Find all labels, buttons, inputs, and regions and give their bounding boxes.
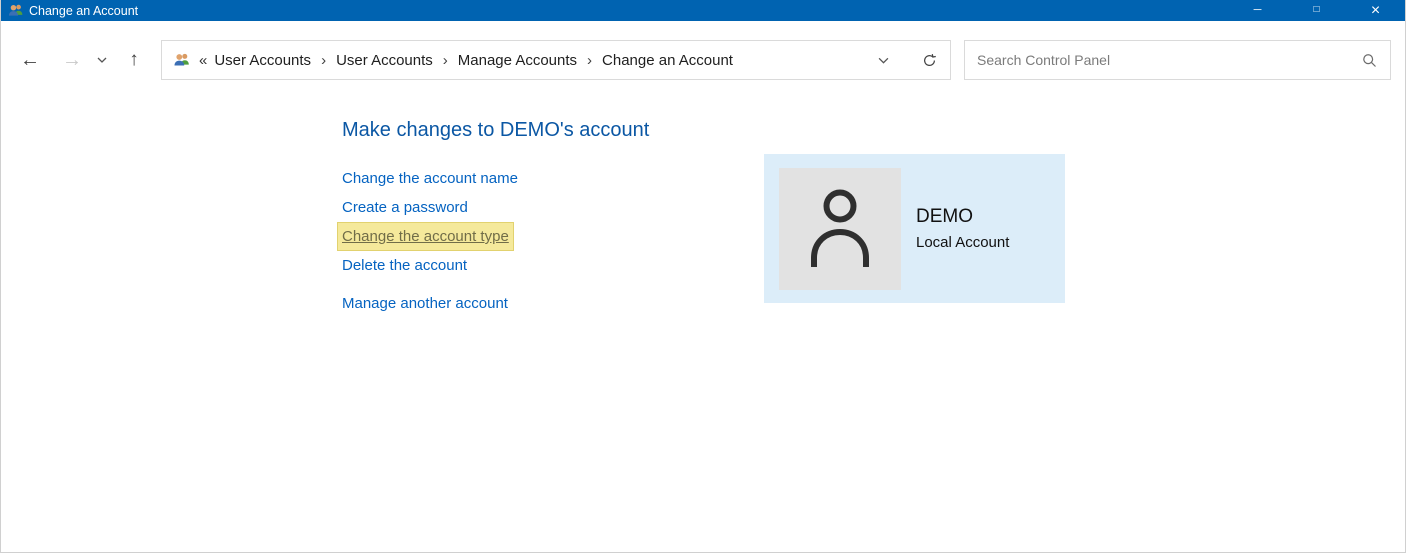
change-account-window: Change an Account ─ □ × ← → ↑ (0, 0, 1406, 553)
user-accounts-icon (8, 3, 23, 18)
search-box (964, 40, 1391, 80)
avatar (779, 168, 901, 290)
titlebar: Change an Account ─ □ × (1, 0, 1405, 21)
window-controls: ─ □ × (1228, 0, 1405, 21)
link-create-password[interactable]: Create a password (342, 193, 468, 222)
account-type: Local Account (916, 234, 1009, 251)
nav-buttons: ← → ↑ (15, 49, 161, 72)
close-button[interactable]: × (1346, 0, 1405, 21)
breadcrumb-item-user-accounts-2[interactable]: User Accounts (333, 52, 436, 69)
user-accounts-icon (172, 52, 190, 68)
minimize-button[interactable]: ─ (1228, 0, 1287, 21)
breadcrumb-item-user-accounts-1[interactable]: User Accounts (211, 52, 314, 69)
maximize-button[interactable]: □ (1287, 0, 1346, 21)
refresh-icon[interactable] (914, 43, 944, 77)
link-change-account-type[interactable]: Change the account type (337, 222, 514, 251)
account-info: DEMO Local Account (916, 206, 1009, 251)
account-card: DEMO Local Account (764, 154, 1065, 303)
breadcrumb-item-change-an-account[interactable]: Change an Account (599, 52, 736, 69)
breadcrumb-separator: › (314, 52, 333, 69)
person-icon (807, 187, 873, 272)
link-manage-another-account[interactable]: Manage another account (342, 289, 508, 318)
recent-pages-chevron-icon[interactable] (91, 57, 113, 63)
breadcrumb-overflow[interactable]: « (199, 52, 207, 69)
back-button[interactable]: ← (15, 49, 45, 72)
address-bar[interactable]: « User Accounts › User Accounts › Manage… (161, 40, 951, 80)
page-title: Make changes to DEMO's account (342, 119, 649, 142)
link-delete-account[interactable]: Delete the account (342, 251, 467, 280)
account-name: DEMO (916, 206, 1009, 228)
breadcrumb-separator: › (580, 52, 599, 69)
up-button[interactable]: ↑ (119, 49, 149, 71)
breadcrumb-item-manage-accounts[interactable]: Manage Accounts (455, 52, 580, 69)
search-icon[interactable] (1358, 53, 1380, 68)
forward-button[interactable]: → (57, 49, 87, 72)
navigation-toolbar: ← → ↑ « User Accounts › User Accounts › … (1, 21, 1405, 99)
address-dropdown-chevron-icon[interactable] (868, 43, 898, 77)
task-links: Change the account name Create a passwor… (342, 164, 518, 318)
link-change-account-name[interactable]: Change the account name (342, 164, 518, 193)
search-input[interactable] (975, 51, 1358, 69)
window-title: Change an Account (29, 4, 138, 18)
breadcrumb-separator: › (436, 52, 455, 69)
